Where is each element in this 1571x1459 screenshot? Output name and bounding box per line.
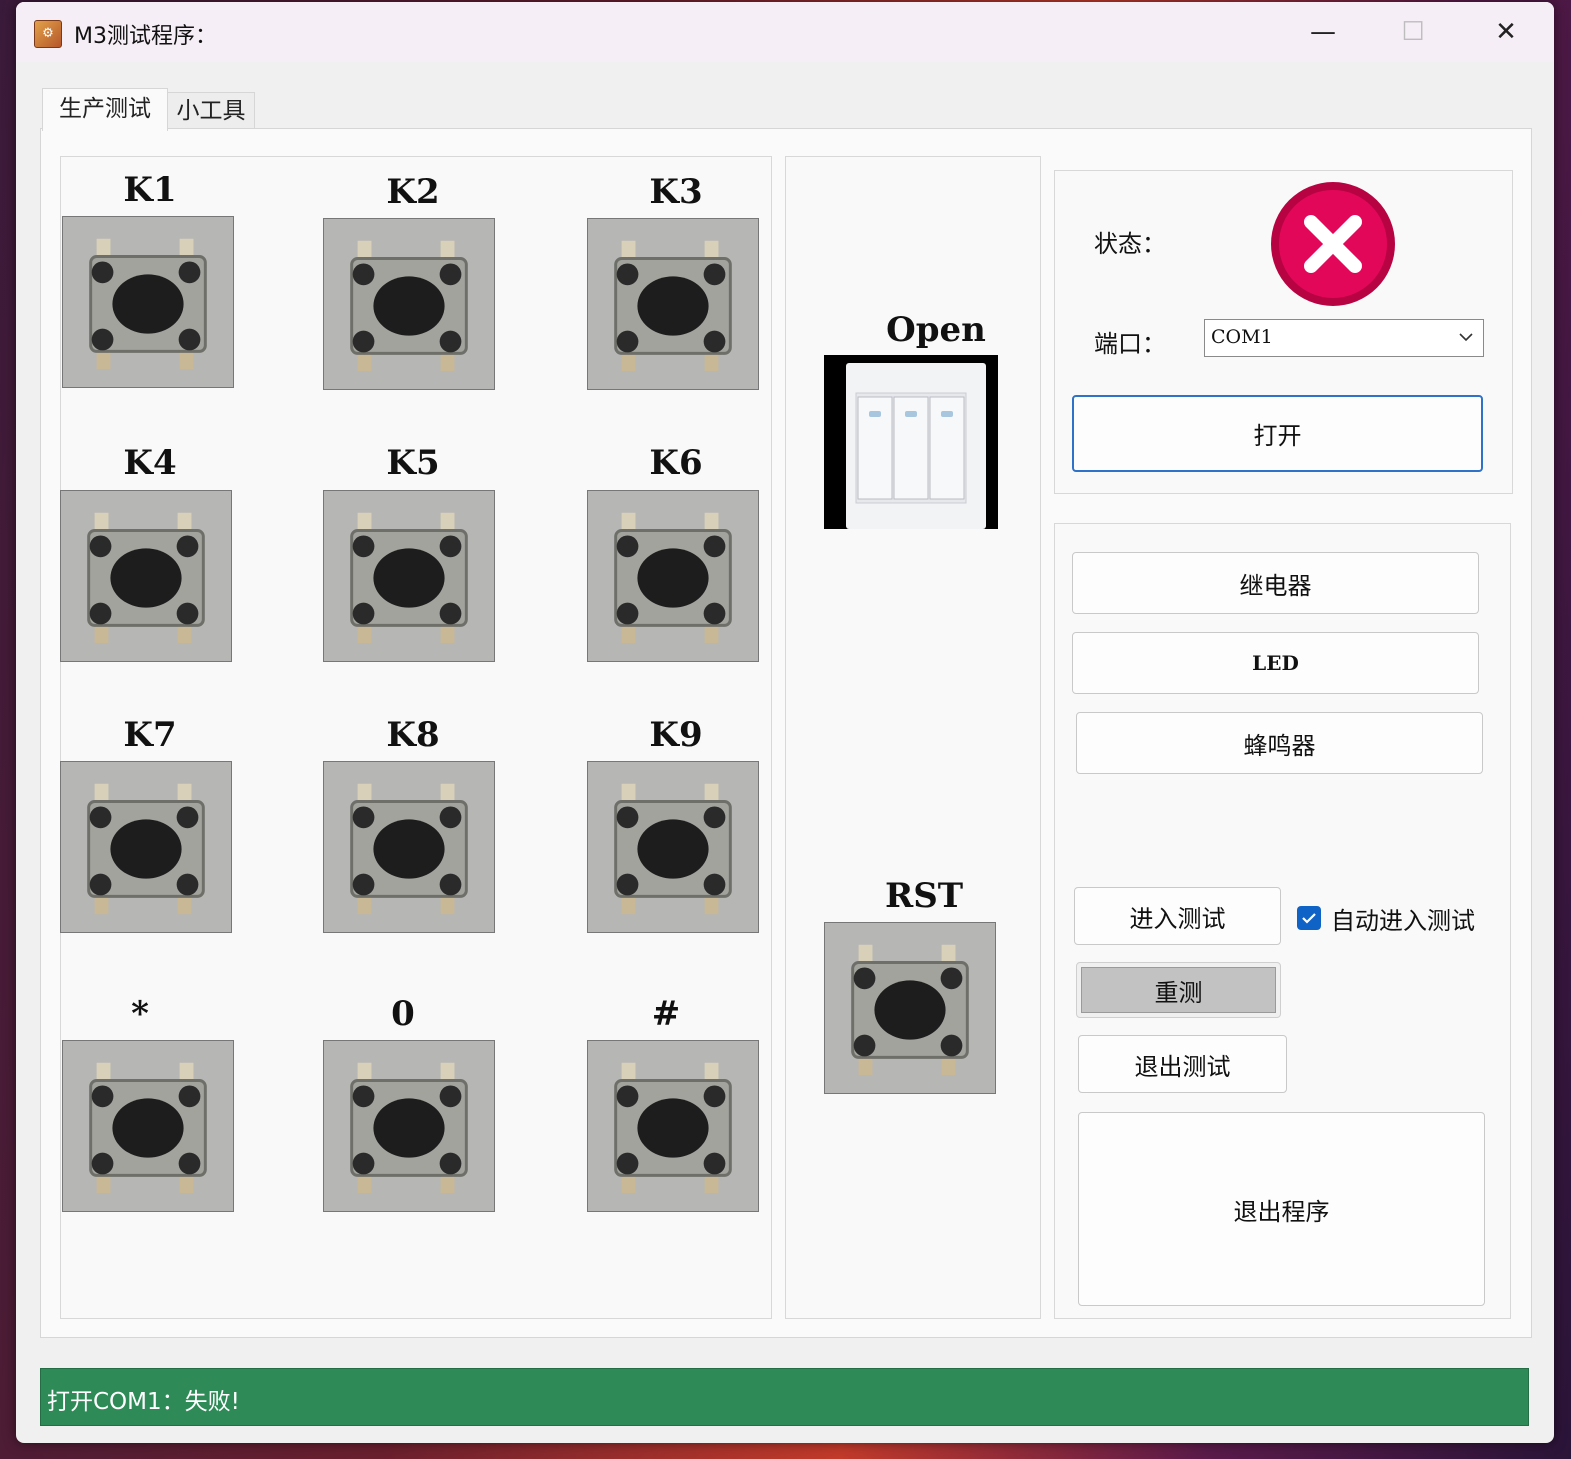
key-image-k1[interactable]: [62, 216, 234, 388]
retest-button-face: 重测: [1081, 967, 1276, 1013]
key-image-k9[interactable]: [587, 761, 759, 933]
exit-program-button-label: 退出程序: [1233, 1197, 1330, 1226]
wall-switch-image[interactable]: [824, 355, 998, 529]
key-label-k1: K1: [123, 170, 177, 210]
key-image-k5[interactable]: [323, 490, 495, 662]
key-label-star: *: [131, 994, 149, 1034]
chevron-down-icon: [1459, 333, 1473, 342]
rst-button-label: RST: [884, 876, 964, 916]
main-window: ⚙ M3测试程序： — ☐ ✕ 生产测试 小工具 K1 K2 K3 K4 K5 …: [16, 2, 1554, 1443]
enter-test-button-label: 进入测试: [1129, 904, 1226, 933]
relay-button[interactable]: 继电器: [1072, 552, 1479, 614]
retest-button-label: 重测: [1154, 978, 1203, 1007]
title-bar[interactable]: ⚙ M3测试程序： — ☐ ✕: [16, 2, 1554, 62]
exit-program-button[interactable]: 退出程序: [1078, 1112, 1485, 1306]
open-port-button-label: 打开: [1253, 422, 1302, 450]
tab-tools[interactable]: 小工具: [167, 92, 255, 129]
key-label-k7: K7: [123, 715, 177, 755]
maximize-icon[interactable]: ☐: [1389, 10, 1437, 54]
tab-production-test[interactable]: 生产测试: [42, 88, 168, 131]
auto-enter-checkbox[interactable]: [1297, 906, 1321, 930]
key-label-k6: K6: [649, 443, 703, 483]
led-button[interactable]: LED: [1072, 632, 1479, 694]
rst-button-image[interactable]: [824, 922, 996, 1094]
key-label-zero: 0: [391, 994, 415, 1034]
port-select[interactable]: COM1: [1204, 319, 1484, 357]
key-image-hash[interactable]: [587, 1040, 759, 1212]
key-image-k8[interactable]: [323, 761, 495, 933]
open-switch-label: Open: [886, 310, 986, 350]
key-label-k3: K3: [649, 172, 703, 212]
window-title: M3测试程序：: [74, 24, 217, 49]
key-label-k8: K8: [386, 715, 440, 755]
app-icon: ⚙: [34, 20, 62, 48]
status-message: 打开COM1：失败!: [47, 1389, 240, 1415]
key-label-k5: K5: [386, 443, 440, 483]
close-icon[interactable]: ✕: [1482, 10, 1530, 54]
led-button-label: LED: [1252, 651, 1299, 675]
auto-enter-label[interactable]: 自动进入测试: [1331, 901, 1475, 936]
checkmark-icon: [1302, 913, 1316, 924]
buzzer-button[interactable]: 蜂鸣器: [1076, 712, 1483, 774]
key-label-hash: #: [651, 994, 681, 1034]
error-x-icon: [1269, 180, 1397, 308]
key-label-k9: K9: [649, 715, 703, 755]
retest-button[interactable]: 重测: [1076, 962, 1281, 1018]
key-image-k2[interactable]: [323, 218, 495, 390]
status-label: 状态：: [1094, 230, 1166, 258]
port-select-value: COM1: [1211, 326, 1273, 348]
open-port-button[interactable]: 打开: [1072, 395, 1483, 472]
key-label-k4: K4: [123, 443, 177, 483]
exit-test-button-label: 退出测试: [1134, 1052, 1231, 1081]
key-label-k2: K2: [386, 172, 440, 212]
minimize-icon[interactable]: —: [1299, 10, 1347, 54]
key-image-k4[interactable]: [60, 490, 232, 662]
key-image-k6[interactable]: [587, 490, 759, 662]
buzzer-button-label: 蜂鸣器: [1243, 731, 1316, 760]
status-bar: 打开COM1：失败!: [40, 1368, 1529, 1426]
key-image-k3[interactable]: [587, 218, 759, 390]
exit-test-button[interactable]: 退出测试: [1078, 1035, 1287, 1093]
key-image-star[interactable]: [62, 1040, 234, 1212]
enter-test-button[interactable]: 进入测试: [1074, 887, 1281, 945]
port-label: 端口：: [1094, 330, 1166, 358]
key-image-k7[interactable]: [60, 761, 232, 933]
key-image-zero[interactable]: [323, 1040, 495, 1212]
relay-button-label: 继电器: [1239, 571, 1312, 600]
